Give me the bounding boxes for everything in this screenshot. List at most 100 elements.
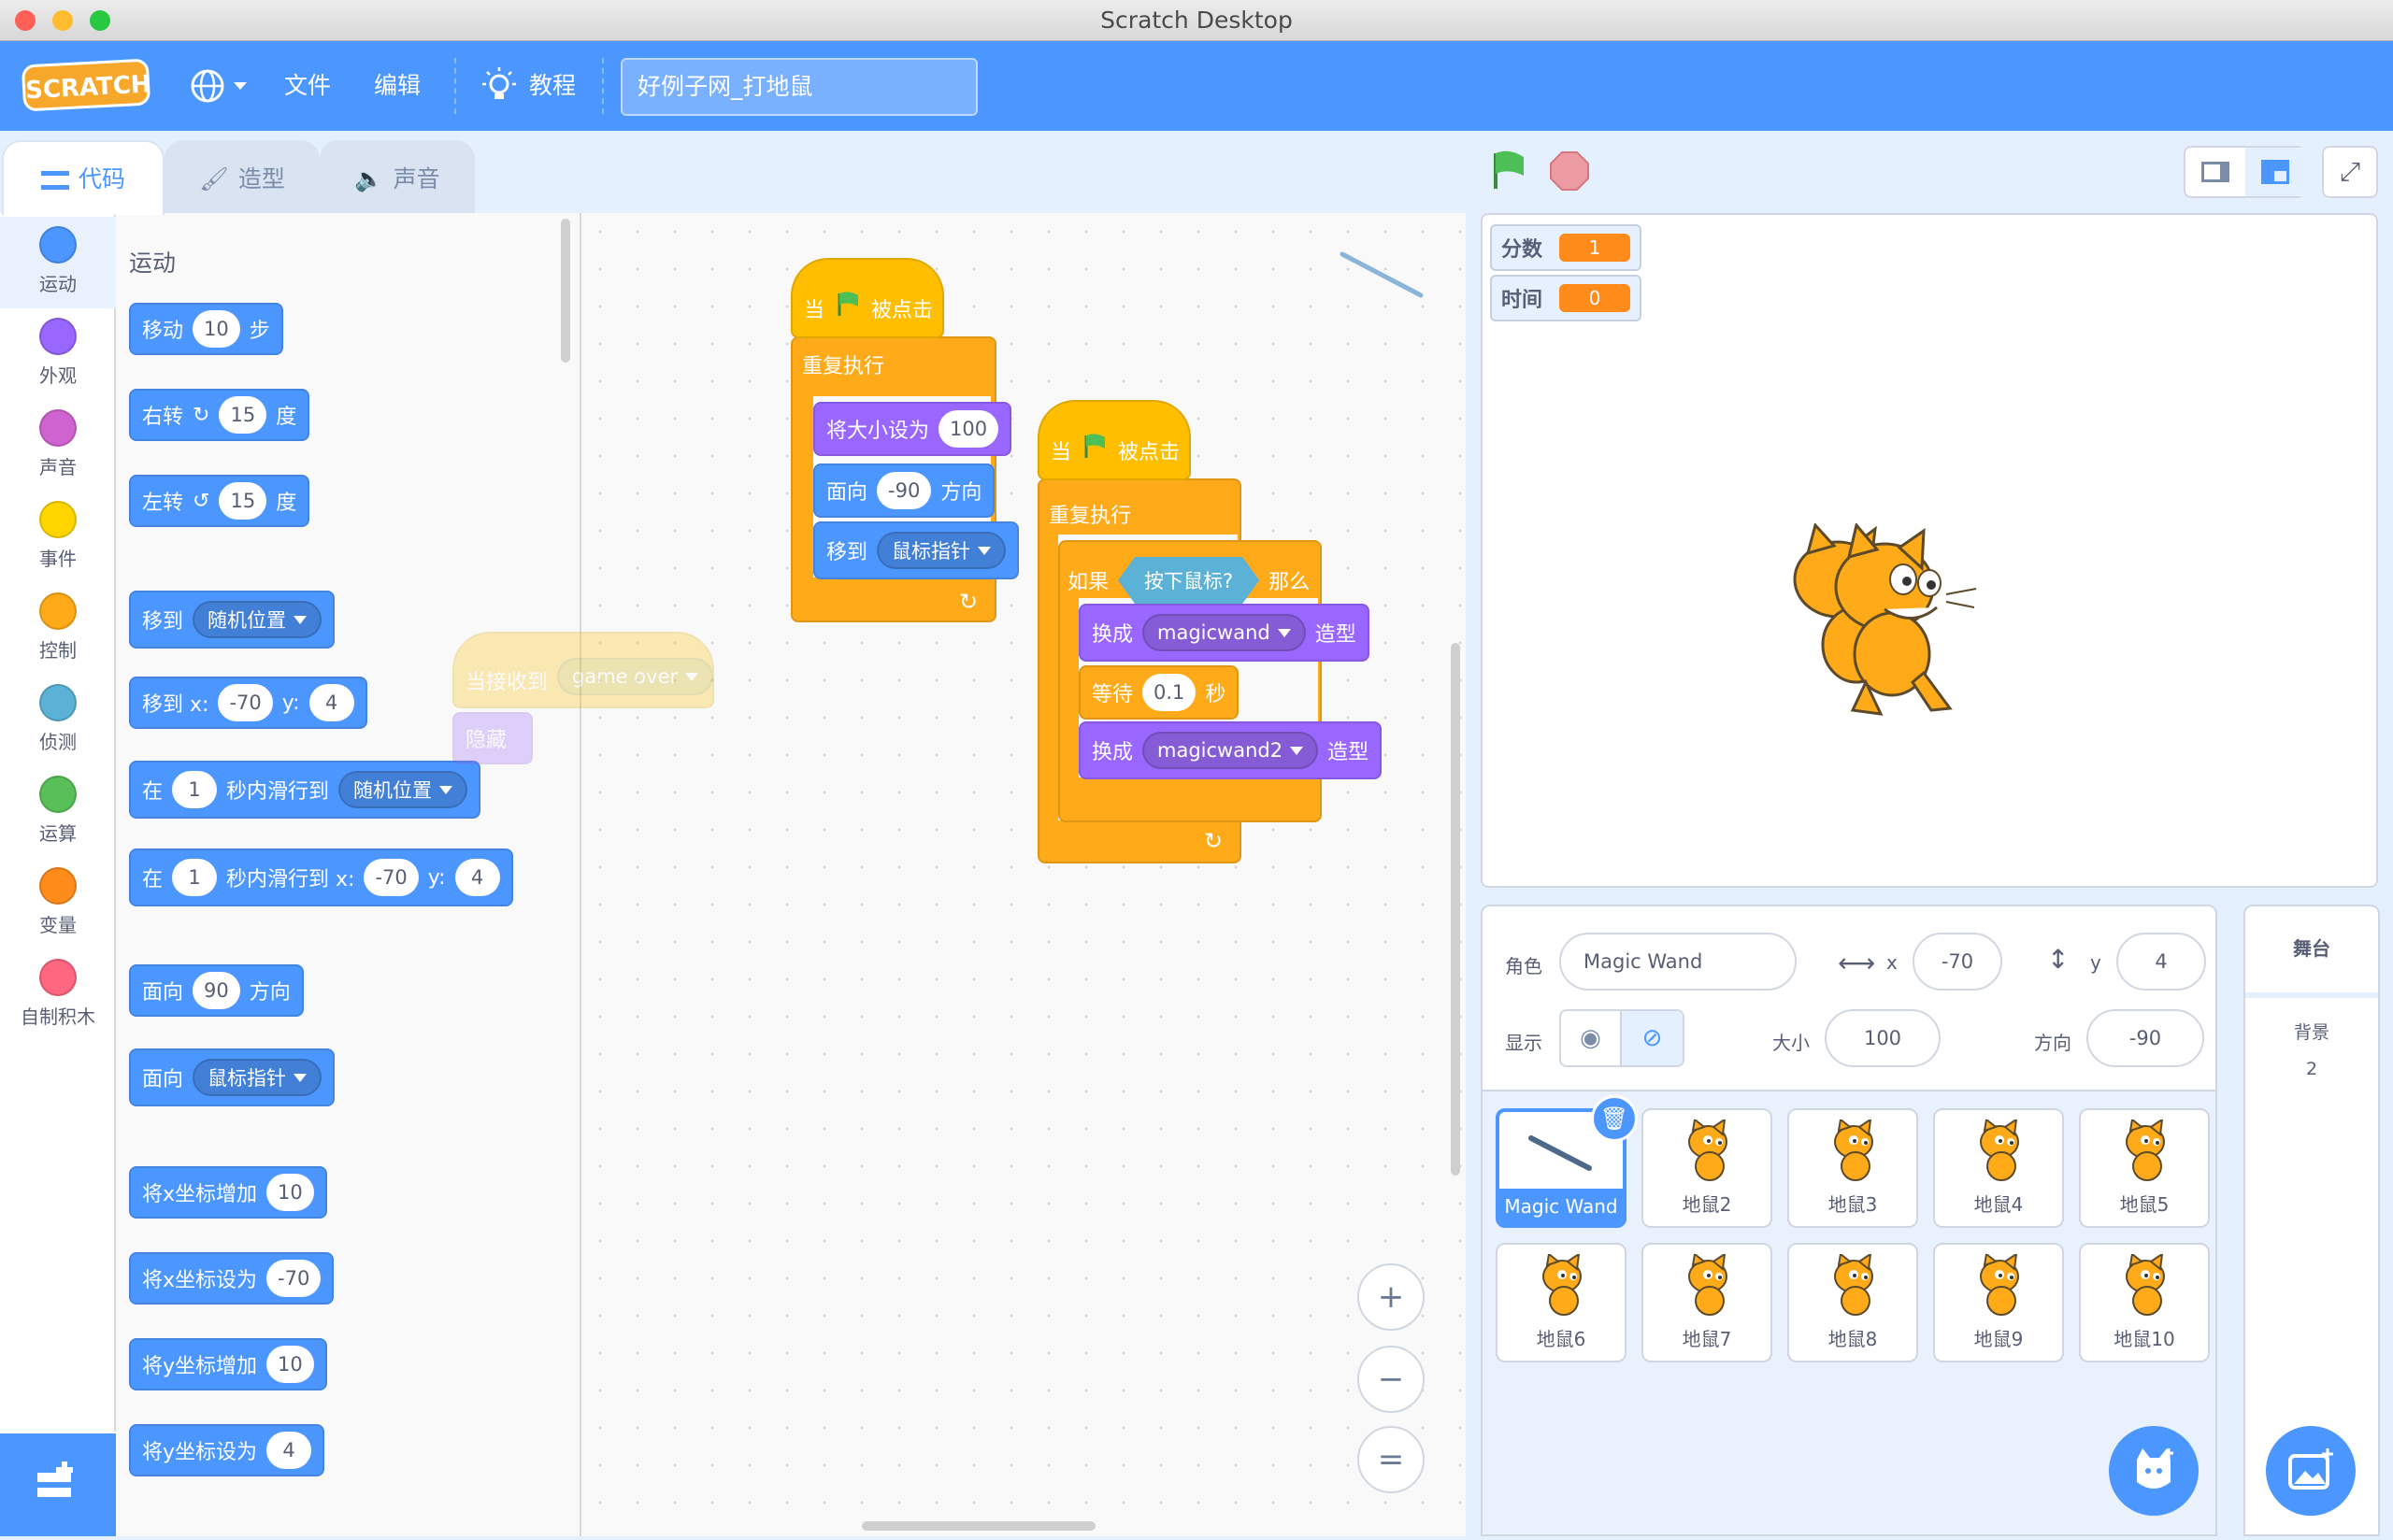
show-sprite-button[interactable]: ◉ xyxy=(1561,1011,1623,1065)
category-item[interactable]: 运动 xyxy=(0,217,116,308)
costume-dropdown[interactable]: magicwand2 xyxy=(1142,732,1319,769)
sprite-tile[interactable]: 地鼠10 xyxy=(2079,1243,2210,1362)
sprite-tile[interactable]: 地鼠7 xyxy=(1641,1243,1772,1362)
sprite-tile[interactable]: 地鼠8 xyxy=(1787,1243,1918,1362)
goto-xy-block[interactable]: 移到 x: -70 y: 4 xyxy=(129,677,367,729)
palette-scrollbar[interactable] xyxy=(561,219,570,363)
turn-right-block[interactable]: 右转 ↻ 15 度 xyxy=(129,389,310,441)
steps-input[interactable]: 10 xyxy=(193,310,240,348)
sprite-tile[interactable]: 地鼠9 xyxy=(1933,1243,2064,1362)
category-item[interactable]: 事件 xyxy=(0,492,116,583)
workspace-h-scrollbar[interactable] xyxy=(862,1521,1096,1531)
size-input[interactable]: 100 xyxy=(939,410,999,448)
change-y-block[interactable]: 将y坐标增加 10 xyxy=(129,1338,327,1390)
category-item[interactable]: 侦测 xyxy=(0,675,116,766)
sprite-tile[interactable]: 地鼠4 xyxy=(1933,1108,2064,1228)
language-menu[interactable] xyxy=(189,69,254,103)
x-input[interactable]: -70 xyxy=(1913,933,2002,991)
turn-left-block[interactable]: 左转 ↺ 15 度 xyxy=(129,475,310,527)
direction-input[interactable]: -90 xyxy=(2086,1009,2204,1067)
switch-costume-block[interactable]: 换成 magicwand2 造型 xyxy=(1079,721,1383,779)
choose-sprite-button[interactable] xyxy=(2109,1426,2199,1516)
mouse-down-condition[interactable]: 按下鼠标? xyxy=(1118,557,1259,604)
change-x-block[interactable]: 将x坐标增加 10 xyxy=(129,1166,327,1219)
y-input[interactable]: 4 xyxy=(2116,933,2206,991)
glide-xy-block[interactable]: 在 1 秒内滑行到 x: -70 y: 4 xyxy=(129,848,513,906)
sprite-name-input[interactable]: Magic Wand xyxy=(1559,933,1797,991)
sprite-tile[interactable]: 地鼠5 xyxy=(2079,1108,2210,1228)
tab-code[interactable]: 代码 xyxy=(2,140,165,215)
switch-costume-block[interactable]: 换成 magicwand 造型 xyxy=(1079,604,1369,662)
y-input[interactable]: 4 xyxy=(266,1432,312,1469)
direction-input[interactable]: -90 xyxy=(877,472,932,509)
category-item[interactable]: 运算 xyxy=(0,766,116,858)
small-stage-button[interactable] xyxy=(2185,148,2245,196)
y-input[interactable]: 10 xyxy=(266,1346,314,1383)
wait-block[interactable]: 等待 0.1 秒 xyxy=(1079,665,1239,720)
workspace-v-scrollbar[interactable] xyxy=(1451,643,1460,1176)
degrees-input[interactable]: 15 xyxy=(219,396,267,434)
close-window-button[interactable] xyxy=(15,10,36,31)
stop-icon[interactable] xyxy=(1548,150,1591,192)
hide-sprite-button[interactable]: ⊘ xyxy=(1622,1011,1683,1065)
costume-dropdown[interactable]: magicwand xyxy=(1142,614,1306,651)
point-direction-block[interactable]: 面向 -90 方向 xyxy=(813,463,996,518)
x-input[interactable]: -70 xyxy=(266,1260,322,1297)
when-flag-clicked-hat[interactable]: 当 被点击 xyxy=(791,258,944,338)
sprite-tile[interactable]: 地鼠3 xyxy=(1787,1108,1918,1228)
point-towards-block[interactable]: 面向 鼠标指针 xyxy=(129,1048,336,1106)
sprite-tile[interactable]: 地鼠6 xyxy=(1496,1243,1626,1362)
category-item[interactable]: 变量 xyxy=(0,858,116,949)
tab-costumes[interactable]: 🖌 造型 xyxy=(165,140,320,215)
large-stage-button[interactable] xyxy=(2245,148,2305,196)
edit-menu[interactable]: 编辑 xyxy=(374,41,421,131)
goto-target-dropdown[interactable]: 鼠标指针 xyxy=(877,532,1007,569)
move-steps-block[interactable]: 移动 10 步 xyxy=(129,303,283,355)
delete-sprite-button[interactable]: 🗑 xyxy=(1591,1095,1638,1142)
goto-target-dropdown[interactable]: 随机位置 xyxy=(193,601,322,638)
category-item[interactable]: 控制 xyxy=(0,583,116,675)
towards-dropdown[interactable]: 鼠标指针 xyxy=(193,1059,322,1096)
minimize-window-button[interactable] xyxy=(52,10,73,31)
sprite-tile[interactable]: 地鼠2 xyxy=(1641,1108,1772,1228)
zoom-reset-button[interactable]: = xyxy=(1357,1426,1425,1493)
add-extension-button[interactable] xyxy=(0,1433,116,1536)
stage-canvas[interactable]: 分数 1 时间 0 xyxy=(1481,213,2378,888)
when-receive-block[interactable]: 当接收到 game over xyxy=(452,632,714,708)
when-flag-clicked-hat[interactable]: 当 被点击 xyxy=(1038,400,1191,480)
category-item[interactable]: 自制积木 xyxy=(0,949,116,1041)
tutorials-menu[interactable]: 教程 xyxy=(529,41,576,131)
category-item[interactable]: 外观 xyxy=(0,308,116,400)
goto-block[interactable]: 移到 鼠标指针 xyxy=(813,521,1020,579)
x-input[interactable]: -70 xyxy=(364,859,419,896)
degrees-input[interactable]: 15 xyxy=(219,482,267,520)
choose-backdrop-button[interactable] xyxy=(2266,1426,2356,1516)
category-item[interactable]: 声音 xyxy=(0,400,116,492)
fullscreen-button[interactable]: ⤢ xyxy=(2322,146,2378,198)
project-title-input[interactable]: 好例子网_打地鼠 xyxy=(621,58,978,116)
set-y-block[interactable]: 将y坐标设为 4 xyxy=(129,1424,325,1476)
glide-target-dropdown[interactable]: 随机位置 xyxy=(338,771,468,808)
goto-block[interactable]: 移到 随机位置 xyxy=(129,591,336,649)
file-menu[interactable]: 文件 xyxy=(284,41,331,131)
set-x-block[interactable]: 将x坐标设为 -70 xyxy=(129,1252,335,1305)
seconds-input[interactable]: 1 xyxy=(172,859,218,896)
x-input[interactable]: -70 xyxy=(218,684,273,721)
maximize-window-button[interactable] xyxy=(90,10,110,31)
point-direction-block[interactable]: 面向 90 方向 xyxy=(129,964,304,1017)
seconds-input[interactable]: 1 xyxy=(172,771,218,808)
hide-block[interactable]: 隐藏 xyxy=(452,712,533,764)
x-input[interactable]: 10 xyxy=(266,1174,314,1211)
zoom-in-button[interactable]: + xyxy=(1357,1263,1425,1331)
glide-block[interactable]: 在 1 秒内滑行到 随机位置 xyxy=(129,761,481,819)
y-input[interactable]: 4 xyxy=(454,859,500,896)
green-flag-icon[interactable] xyxy=(1488,150,1531,192)
size-input[interactable]: 100 xyxy=(1825,1009,1941,1067)
cat-sprite-icon[interactable] xyxy=(1763,523,1987,729)
zoom-out-button[interactable]: − xyxy=(1357,1346,1425,1413)
tab-sounds[interactable]: 🔈 声音 xyxy=(320,140,475,215)
direction-input[interactable]: 90 xyxy=(193,972,240,1009)
set-size-block[interactable]: 将大小设为 100 xyxy=(813,402,1012,456)
seconds-input[interactable]: 0.1 xyxy=(1142,674,1196,711)
y-input[interactable]: 4 xyxy=(308,684,354,721)
